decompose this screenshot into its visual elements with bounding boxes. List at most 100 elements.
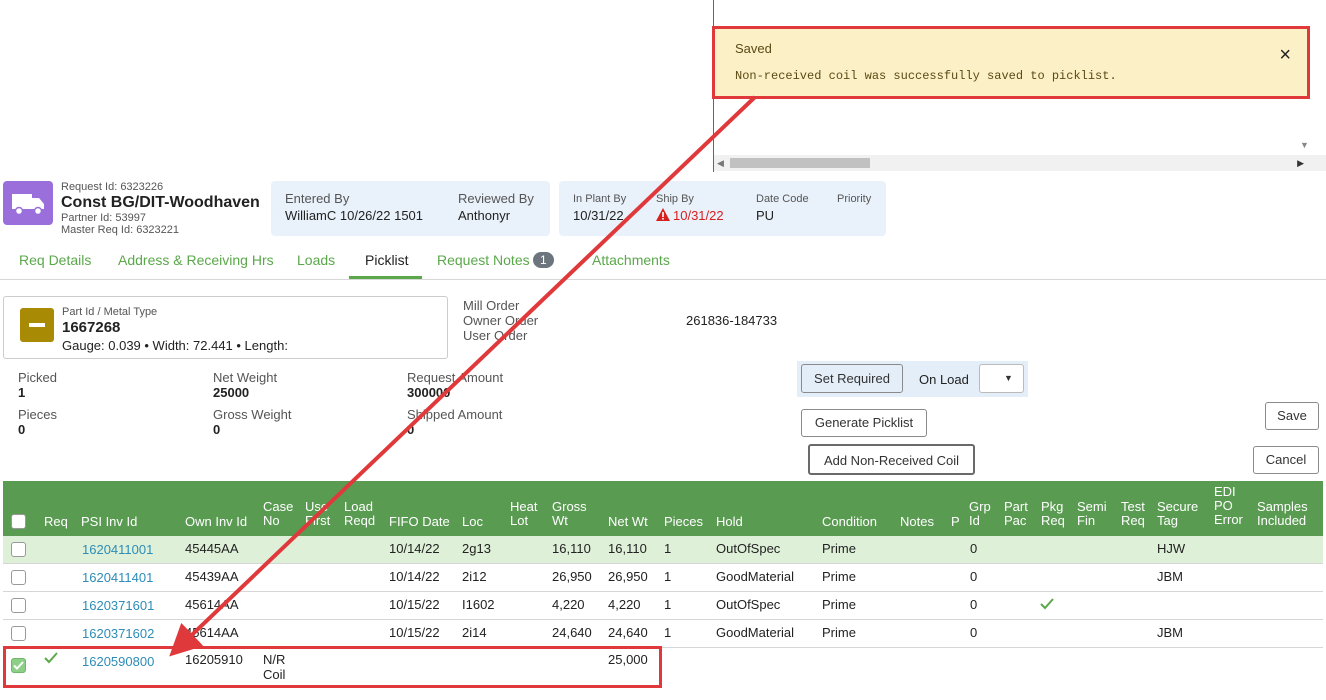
col-grp-id[interactable]: Grp Id <box>969 500 991 528</box>
own-inv-id: 45614AA <box>185 597 239 612</box>
psi-inv-id-link[interactable]: 1620371601 <box>82 598 154 613</box>
scroll-left-arrow-icon[interactable]: ◀ <box>717 158 724 169</box>
table-row[interactable]: 1620371602 45614AA 10/15/22 2i14 24,640 … <box>3 620 1323 648</box>
net-wt: 4,220 <box>608 597 641 612</box>
cancel-button[interactable]: Cancel <box>1253 446 1319 474</box>
col-semi-fin-line2: Fin <box>1077 513 1096 528</box>
mill-order-label: Mill Order <box>463 298 520 313</box>
table-header: Req PSI Inv Id Own Inv Id Case No Use Firs… <box>3 481 1323 536</box>
set-required-button[interactable]: Set Required <box>801 364 903 393</box>
tab-loads[interactable]: Loads <box>297 252 335 268</box>
entered-by-label: Entered By <box>285 191 350 206</box>
priority-label: Priority <box>837 193 872 205</box>
col-case-no[interactable]: Case No <box>263 500 293 528</box>
col-semi-fin-line1: Semi <box>1077 499 1107 514</box>
net-wt: 24,640 <box>608 625 648 640</box>
col-secure-tag-line2: Tag <box>1157 513 1178 528</box>
new-row-highlight <box>3 646 662 688</box>
tab-address-receiving-hrs[interactable]: Address & Receiving Hrs <box>118 252 274 268</box>
col-secure-tag[interactable]: Secure Tag <box>1157 500 1198 528</box>
fifo-date: 10/15/22 <box>389 625 440 640</box>
select-all-checkbox[interactable] <box>11 514 26 529</box>
warning-icon <box>656 208 670 224</box>
in-plant-by-label: In Plant By <box>573 193 627 205</box>
col-condition[interactable]: Condition <box>822 515 877 529</box>
table-row[interactable]: 1620371601 45614AA 10/15/22 I1602 4,220 … <box>3 592 1323 620</box>
tab-request-notes[interactable]: Request Notes <box>437 252 530 268</box>
scroll-down-arrow-icon[interactable]: ▼ <box>1300 140 1309 150</box>
part-id: 1667268 <box>62 319 121 336</box>
close-icon[interactable]: × <box>1279 45 1291 65</box>
user-order-label: User Order <box>463 328 528 343</box>
col-pkg-req[interactable]: Pkg Req <box>1041 500 1065 528</box>
col-use-first[interactable]: Use First <box>305 500 330 528</box>
col-test-req-line1: Test <box>1121 499 1145 514</box>
tab-attachments[interactable]: Attachments <box>592 252 670 268</box>
master-req-id: Master Req Id: 6323221 <box>61 224 180 236</box>
request-amount-label: Request Amount <box>407 370 504 385</box>
set-required-panel: Set Required On Load ▼ <box>797 361 1028 397</box>
tab-divider <box>0 279 1326 280</box>
hold: GoodMaterial <box>716 569 795 584</box>
gross-wt: 26,950 <box>552 569 592 584</box>
row-checkbox[interactable] <box>11 626 26 641</box>
scrollbar-thumb[interactable] <box>730 158 870 168</box>
psi-inv-id-link[interactable]: 1620411001 <box>82 542 153 557</box>
add-non-received-coil-button[interactable]: Add Non-Received Coil <box>808 444 975 475</box>
scroll-right-arrow-icon[interactable]: ▶ <box>1297 158 1304 169</box>
loc: 2g13 <box>462 541 491 556</box>
in-plant-by-value: 10/31/22 <box>573 208 624 223</box>
col-load-reqd-line2: Reqd <box>344 513 376 528</box>
col-edi-po-error[interactable]: EDI PO Error <box>1214 485 1243 527</box>
col-heat-lot[interactable]: Heat Lot <box>510 500 537 528</box>
order-value: 261836-184733 <box>686 313 778 328</box>
col-req[interactable]: Req <box>44 515 68 529</box>
col-part-pac-line1: Part <box>1004 499 1028 514</box>
col-part-pac[interactable]: Part Pac <box>1004 500 1028 528</box>
col-use-first-line1: Use <box>305 499 329 514</box>
checkmark-icon <box>1039 597 1055 614</box>
hold: GoodMaterial <box>716 625 795 640</box>
col-hold[interactable]: Hold <box>716 515 743 529</box>
condition: Prime <box>822 569 856 584</box>
col-psi-inv-id[interactable]: PSI Inv Id <box>81 515 137 529</box>
col-net-wt[interactable]: Net Wt <box>608 515 648 529</box>
loc: I1602 <box>462 597 495 612</box>
tab-picklist[interactable]: Picklist <box>365 252 409 268</box>
col-case-no-line2: No <box>263 513 280 528</box>
own-inv-id: 45439AA <box>185 569 239 584</box>
on-load-select[interactable]: ▼ <box>979 364 1024 393</box>
save-button[interactable]: Save <box>1265 402 1319 430</box>
picked-value: 1 <box>18 385 26 400</box>
table-row[interactable]: 1620411401 45439AA 10/14/22 2i12 26,950 … <box>3 564 1323 592</box>
col-semi-fin[interactable]: Semi Fin <box>1077 500 1107 528</box>
col-test-req[interactable]: Test Req <box>1121 500 1145 528</box>
col-loc[interactable]: Loc <box>462 515 483 529</box>
horizontal-scrollbar[interactable]: ◀ ▶ <box>714 155 1326 171</box>
table-row[interactable]: 1620411001 45445AA 10/14/22 2g13 16,110 … <box>3 536 1323 564</box>
col-edi-po-error-line2: PO <box>1214 498 1233 513</box>
col-fifo-date[interactable]: FIFO Date <box>389 515 450 529</box>
col-notes[interactable]: Notes <box>900 515 934 529</box>
row-checkbox[interactable] <box>11 570 26 585</box>
col-p[interactable]: P <box>951 515 960 529</box>
col-gross-wt[interactable]: Gross Wt <box>552 500 587 528</box>
secure-tag: JBM <box>1157 569 1183 584</box>
col-secure-tag-line1: Secure <box>1157 499 1199 514</box>
notes-count-badge: 1 <box>533 252 554 268</box>
psi-inv-id-link[interactable]: 1620371602 <box>82 626 154 641</box>
request-id: Request Id: 6323226 <box>61 181 164 193</box>
generate-picklist-button[interactable]: Generate Picklist <box>801 409 927 437</box>
col-load-reqd[interactable]: Load Reqd <box>344 500 375 528</box>
hold: OutOfSpec <box>716 541 781 556</box>
secure-tag: JBM <box>1157 625 1183 640</box>
psi-inv-id-link[interactable]: 1620411401 <box>82 570 153 585</box>
col-test-req-line2: Req <box>1121 513 1145 528</box>
col-pieces[interactable]: Pieces <box>664 515 703 529</box>
row-checkbox[interactable] <box>11 598 26 613</box>
tab-req-details[interactable]: Req Details <box>19 252 91 268</box>
row-checkbox[interactable] <box>11 542 26 557</box>
col-samples-included-line2: Included <box>1257 513 1307 528</box>
col-samples-included[interactable]: Samples Included <box>1257 500 1308 528</box>
col-own-inv-id[interactable]: Own Inv Id <box>185 515 247 529</box>
